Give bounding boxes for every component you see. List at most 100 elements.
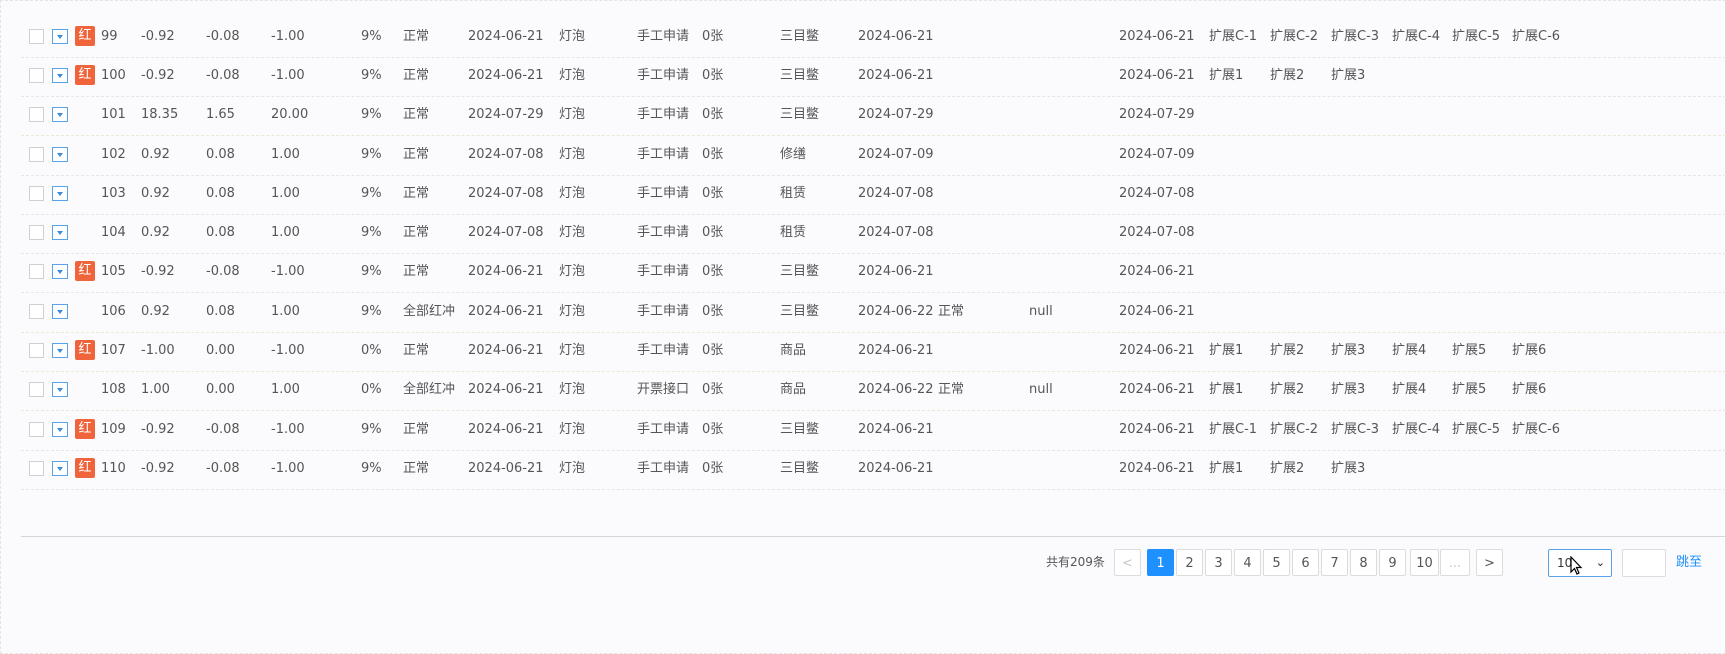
- page-button-5[interactable]: 5: [1263, 549, 1290, 576]
- page-button-8[interactable]: 8: [1350, 549, 1377, 576]
- page-button-3[interactable]: 3: [1205, 549, 1232, 576]
- cell-date2: 2024-06-21: [858, 68, 934, 83]
- page-button-4[interactable]: 4: [1234, 549, 1261, 576]
- prev-page-button[interactable]: <: [1114, 549, 1141, 576]
- cell-tax: 0.08: [206, 147, 235, 162]
- table-row[interactable]: 106 0.92 0.08 1.00 9% 全部红冲 2024-06-21 灯泡 手工申请 0张 三…: [21, 290, 1726, 333]
- cell-id: 107: [101, 343, 126, 358]
- page-button-2[interactable]: 2: [1176, 549, 1203, 576]
- row-expand-icon[interactable]: [52, 264, 68, 279]
- row-checkbox[interactable]: [29, 382, 44, 397]
- row-checkbox[interactable]: [29, 461, 44, 476]
- cell-ext4: 扩展C-4: [1392, 422, 1441, 437]
- cell-rate: 9%: [361, 107, 382, 122]
- cell-item: 灯泡: [559, 304, 586, 319]
- cell-category: 租赁: [780, 186, 807, 201]
- cell-id: 101: [101, 107, 126, 122]
- cell-tax: -0.08: [206, 461, 240, 476]
- row-expand-icon[interactable]: [52, 186, 68, 201]
- table-row[interactable]: 红 107 -1.00 0.00 -1.00 0% 正常 2024-06-21 灯泡 手工申请 0张…: [21, 329, 1726, 372]
- cell-category: 三目鳖: [780, 68, 820, 83]
- table-row[interactable]: 红 105 -0.92 -0.08 -1.00 9% 正常 2024-06-21 灯泡 手工申请 0…: [21, 250, 1726, 293]
- cell-date1: 2024-06-21: [468, 264, 544, 279]
- table-row[interactable]: 108 1.00 0.00 1.00 0% 全部红冲 2024-06-21 灯泡 开票接口 0张 商…: [21, 368, 1726, 411]
- jump-button[interactable]: 跳至: [1676, 549, 1702, 577]
- table-row[interactable]: 红 110 -0.92 -0.08 -1.00 9% 正常 2024-06-21 灯泡 手工申请 0…: [21, 447, 1726, 490]
- row-expand-icon[interactable]: [52, 304, 68, 319]
- row-expand-icon[interactable]: [52, 343, 68, 358]
- table-row[interactable]: 红 109 -0.92 -0.08 -1.00 9% 正常 2024-06-21 灯泡 手工申请 0…: [21, 408, 1726, 451]
- row-checkbox[interactable]: [29, 422, 44, 437]
- row-checkbox[interactable]: [29, 343, 44, 358]
- cell-date2: 2024-06-21: [858, 422, 934, 437]
- cell-category: 修缮: [780, 147, 807, 162]
- page-button-10[interactable]: 10: [1410, 549, 1439, 576]
- cell-status: 正常: [403, 147, 430, 162]
- cell-tax: -0.08: [206, 29, 240, 44]
- row-expand-icon[interactable]: [52, 29, 68, 44]
- cell-amount: 0.92: [141, 186, 170, 201]
- cell-item: 灯泡: [559, 264, 586, 279]
- cell-source: 手工申请: [637, 461, 690, 476]
- row-checkbox[interactable]: [29, 186, 44, 201]
- cell-date3: 2024-07-08: [1119, 225, 1195, 240]
- row-expand-icon[interactable]: [52, 107, 68, 122]
- next-page-button[interactable]: >: [1476, 549, 1503, 576]
- row-expand-icon[interactable]: [52, 461, 68, 476]
- cell-qty: 0张: [702, 304, 724, 319]
- cell-ext6: 扩展6: [1512, 343, 1547, 358]
- row-expand-icon[interactable]: [52, 68, 68, 83]
- row-expand-icon[interactable]: [52, 422, 68, 437]
- cell-ext2: 扩展2: [1270, 461, 1305, 476]
- table-row[interactable]: 红 100 -0.92 -0.08 -1.00 9% 正常 2024-06-21 灯泡 手工申请 0…: [21, 54, 1726, 97]
- cell-category: 三目鳖: [780, 304, 820, 319]
- cell-rate: 0%: [361, 382, 382, 397]
- cell-date2: 2024-07-08: [858, 186, 934, 201]
- cell-amount: -0.92: [141, 422, 175, 437]
- page-button-9[interactable]: 9: [1379, 549, 1406, 576]
- table-row[interactable]: 104 0.92 0.08 1.00 9% 正常 2024-07-08 灯泡 手工申请 0张 租赁 2…: [21, 211, 1726, 254]
- cell-ext3: 扩展3: [1331, 382, 1366, 397]
- cell-qty: 0张: [702, 107, 724, 122]
- table-row[interactable]: 103 0.92 0.08 1.00 9% 正常 2024-07-08 灯泡 手工申请 0张 租赁 2…: [21, 172, 1726, 215]
- cell-source: 手工申请: [637, 68, 690, 83]
- jump-page-input[interactable]: [1622, 549, 1666, 577]
- row-expand-icon[interactable]: [52, 382, 68, 397]
- cell-category: 三目鳖: [780, 29, 820, 44]
- table-row[interactable]: 101 18.35 1.65 20.00 9% 正常 2024-07-29 灯泡 手工申请 0张 三…: [21, 93, 1726, 136]
- mouse-cursor-icon: [1570, 556, 1583, 575]
- cell-ext2: 扩展C-2: [1270, 29, 1319, 44]
- page-button-7[interactable]: 7: [1321, 549, 1348, 576]
- cell-date3: 2024-06-21: [1119, 29, 1195, 44]
- cell-status: 全部红冲: [403, 304, 456, 319]
- cell-tax: 0.08: [206, 186, 235, 201]
- cell-date1: 2024-06-21: [468, 68, 544, 83]
- cell-status: 正常: [403, 461, 430, 476]
- cell-ext2: 扩展2: [1270, 68, 1305, 83]
- page-button-1[interactable]: 1: [1147, 549, 1174, 576]
- table-row[interactable]: 102 0.92 0.08 1.00 9% 正常 2024-07-08 灯泡 手工申请 0张 修缮 2…: [21, 133, 1726, 176]
- page-button-6[interactable]: 6: [1292, 549, 1319, 576]
- row-checkbox[interactable]: [29, 29, 44, 44]
- row-checkbox[interactable]: [29, 264, 44, 279]
- row-checkbox[interactable]: [29, 304, 44, 319]
- cell-amount: -1.00: [141, 343, 175, 358]
- page-ellipsis[interactable]: ...: [1440, 549, 1470, 576]
- cell-category: 租赁: [780, 225, 807, 240]
- row-expand-icon[interactable]: [52, 147, 68, 162]
- row-expand-icon[interactable]: [52, 225, 68, 240]
- row-checkbox[interactable]: [29, 68, 44, 83]
- cell-id: 102: [101, 147, 126, 162]
- cell-date3: 2024-07-09: [1119, 147, 1195, 162]
- cell-date1: 2024-06-21: [468, 304, 544, 319]
- table-row[interactable]: 红 99 -0.92 -0.08 -1.00 9% 正常 2024-06-21 灯泡 手工申请 0张…: [21, 15, 1726, 58]
- cell-item: 灯泡: [559, 29, 586, 44]
- cell-source: 手工申请: [637, 147, 690, 162]
- cell-total: 1.00: [271, 382, 300, 397]
- row-checkbox[interactable]: [29, 107, 44, 122]
- cell-rate: 9%: [361, 304, 382, 319]
- cell-rate: 9%: [361, 264, 382, 279]
- row-checkbox[interactable]: [29, 147, 44, 162]
- row-checkbox[interactable]: [29, 225, 44, 240]
- red-invoice-badge: 红: [75, 458, 95, 478]
